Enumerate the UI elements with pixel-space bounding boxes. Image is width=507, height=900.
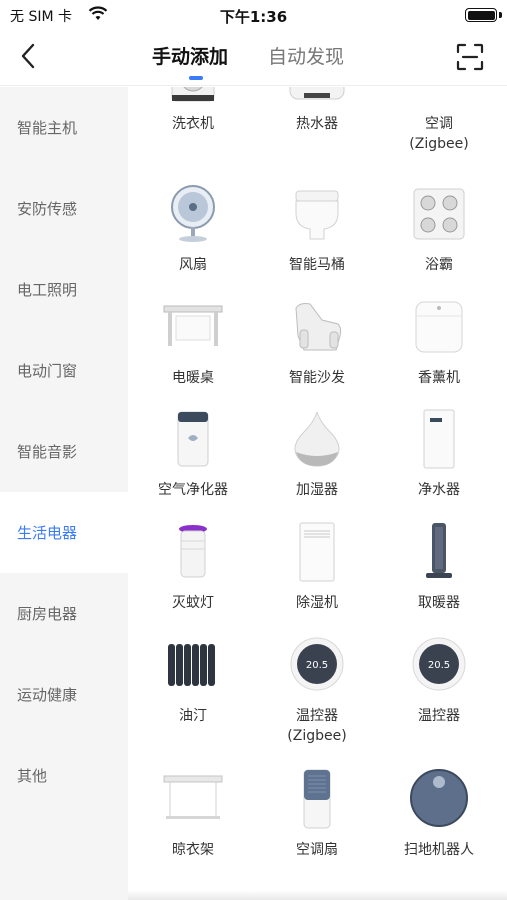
sidebar-item-other[interactable]: 其他: [0, 735, 128, 816]
water-heater-icon: [289, 87, 345, 100]
clock: 下午1:36: [219, 8, 288, 26]
fan-icon: [171, 185, 215, 242]
heater-icon: [426, 523, 452, 578]
bath-heater-icon: [413, 188, 465, 240]
device-mosquito-lamp[interactable]: 灭蚊灯: [132, 521, 254, 634]
tab-auto-discover[interactable]: 自动发现: [268, 42, 344, 69]
device-label: 洗衣机: [172, 116, 214, 132]
device-air-cooler-fan[interactable]: 空调扇: [256, 768, 378, 881]
robot-vacuum-icon: [410, 769, 468, 827]
tab-indicator: [189, 76, 203, 80]
device-bath-heater[interactable]: 浴霸: [378, 183, 500, 296]
sidebar-item-motorized-doors[interactable]: 电动门窗: [0, 330, 128, 411]
sidebar-item-smart-av[interactable]: 智能音影: [0, 411, 128, 492]
device-label: 油汀: [179, 708, 207, 724]
device-thermostat-zigbee[interactable]: 20.5 温控器 (Zigbee): [256, 634, 378, 747]
oil-radiator-icon: [168, 644, 215, 686]
device-label: 空调: [425, 116, 453, 132]
device-label: 温控器: [418, 708, 460, 724]
device-label: 晾衣架: [172, 842, 214, 858]
sidebar-item-home-appliances[interactable]: 生活电器: [0, 492, 128, 573]
thermostat-icon: 20.5: [290, 637, 344, 691]
device-dehumidifier[interactable]: 除湿机: [256, 521, 378, 634]
humidifier-icon: [294, 411, 340, 467]
chevron-left-icon: [21, 43, 35, 69]
device-fan[interactable]: 风扇: [132, 183, 254, 296]
device-label: 净水器: [418, 482, 460, 498]
sidebar-item-kitchen-appliances[interactable]: 厨房电器: [0, 573, 128, 654]
device-humidifier[interactable]: 加湿器: [256, 408, 378, 521]
air-cooler-fan-icon: [303, 769, 331, 829]
device-label: 灭蚊灯: [172, 595, 214, 611]
smart-toilet-icon: [295, 190, 339, 240]
nav-bar: 手动添加 自动发现: [0, 30, 507, 86]
device-grid: 洗衣机 热水器 空调 (Zigbee) 风扇 智能马桶 浴霸 电暖桌 智能沙发 …: [128, 87, 507, 900]
thermostat-reading: 20.5: [428, 660, 450, 671]
washing-machine-icon: [171, 87, 215, 102]
device-label: 加湿器: [296, 482, 338, 498]
device-robot-vacuum[interactable]: 扫地机器人: [378, 768, 500, 881]
dehumidifier-icon: [299, 522, 335, 582]
air-purifier-icon: [177, 411, 209, 467]
device-clothes-rack[interactable]: 晾衣架: [132, 768, 254, 881]
device-label: 浴霸: [425, 257, 453, 273]
sidebar-item-sports-health[interactable]: 运动健康: [0, 654, 128, 735]
sidebar-item-electrical-lighting[interactable]: 电工照明: [0, 249, 128, 330]
device-label: 智能沙发: [289, 370, 345, 386]
device-label: 智能马桶: [289, 257, 345, 273]
category-sidebar: 智能主机 安防传感 电工照明 电动门窗 智能音影 生活电器 厨房电器 运动健康 …: [0, 87, 128, 900]
device-smart-toilet[interactable]: 智能马桶: [256, 183, 378, 296]
device-label: 温控器: [296, 708, 338, 724]
device-sublabel: (Zigbee): [287, 728, 347, 744]
device-label: 电暖桌: [172, 370, 214, 386]
water-purifier-icon: [423, 409, 455, 469]
battery-icon: [465, 8, 497, 22]
device-sublabel: (Zigbee): [409, 136, 469, 152]
mosquito-lamp-icon: [179, 525, 207, 578]
tab-manual-add[interactable]: 手动添加: [152, 42, 228, 69]
clothes-rack-icon: [163, 775, 223, 819]
device-label: 空调扇: [296, 842, 338, 858]
thermostat-reading: 20.5: [306, 660, 328, 671]
back-button[interactable]: [12, 40, 44, 72]
status-bar: 无 SIM 卡 下午1:36: [0, 0, 507, 30]
sidebar-item-smart-hub[interactable]: 智能主机: [0, 87, 128, 168]
device-heater[interactable]: 取暖器: [378, 521, 500, 634]
device-label: 取暖器: [418, 595, 460, 611]
device-thermostat[interactable]: 20.5 温控器: [378, 634, 500, 747]
scan-icon[interactable]: [455, 42, 485, 72]
device-oil-radiator[interactable]: 油汀: [132, 634, 254, 747]
heated-table-icon: [163, 305, 223, 346]
device-label: 除湿机: [296, 595, 338, 611]
device-label: 空气净化器: [158, 482, 228, 498]
battery-tip: [499, 12, 502, 18]
device-aroma-diffuser[interactable]: 香薰机: [378, 296, 500, 409]
device-smart-sofa[interactable]: 智能沙发: [256, 296, 378, 409]
aroma-diffuser-icon: [415, 301, 463, 353]
smart-sofa-icon: [295, 303, 342, 351]
sidebar-item-security-sensors[interactable]: 安防传感: [0, 168, 128, 249]
device-label: 扫地机器人: [404, 842, 474, 858]
scroll-edge-shadow: [128, 890, 507, 900]
device-label: 香薰机: [418, 370, 460, 386]
thermostat-icon: 20.5: [412, 637, 466, 691]
device-water-purifier[interactable]: 净水器: [378, 408, 500, 521]
device-label: 热水器: [296, 116, 338, 132]
device-heated-table[interactable]: 电暖桌: [132, 296, 254, 409]
device-air-purifier[interactable]: 空气净化器: [132, 408, 254, 521]
device-label: 风扇: [179, 257, 207, 273]
